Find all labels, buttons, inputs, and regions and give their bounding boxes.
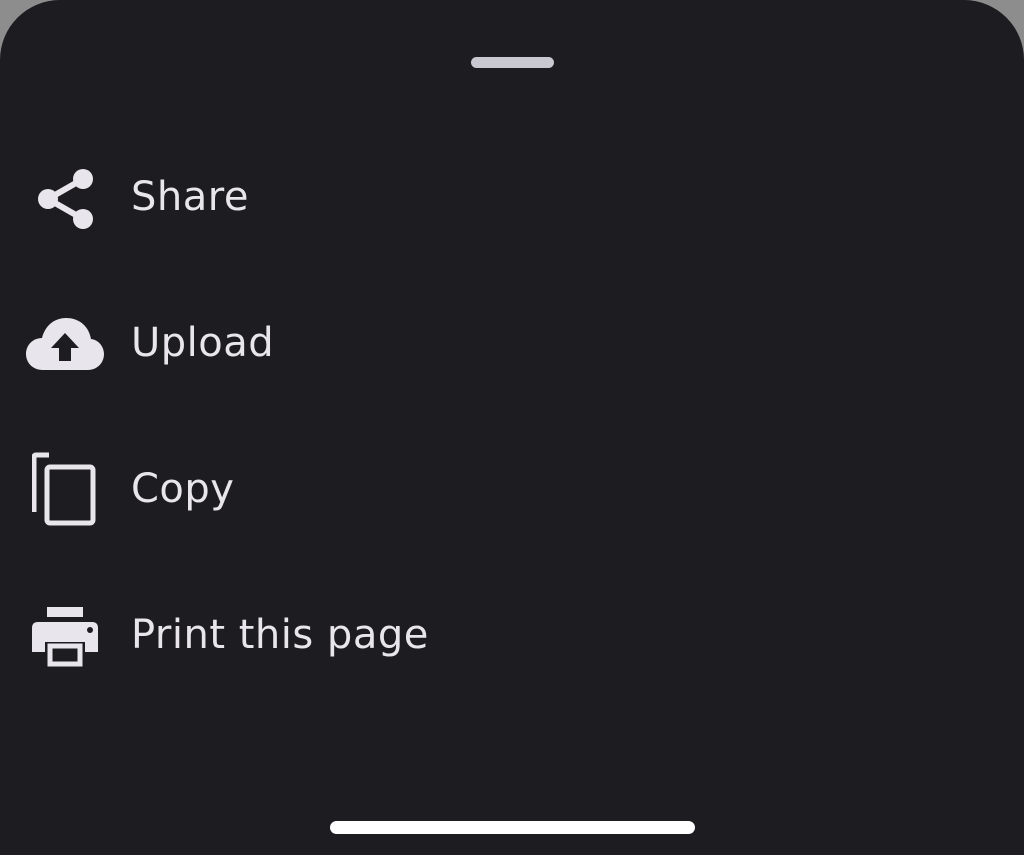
home-indicator: [330, 821, 695, 834]
bottom-sheet: Share Upload Copy Print this page: [0, 0, 1024, 855]
sheet-drag-handle[interactable]: [471, 57, 554, 68]
share-icon: [22, 155, 108, 241]
menu-item-print[interactable]: Print this page: [0, 563, 1024, 709]
menu-item-label: Share: [131, 174, 249, 221]
menu-item-share[interactable]: Share: [0, 125, 1024, 271]
menu-item-copy[interactable]: Copy: [0, 417, 1024, 563]
menu-item-label: Print this page: [131, 612, 429, 659]
printer-icon: [22, 593, 108, 679]
copy-icon: [22, 447, 108, 533]
cloud-upload-icon: [22, 301, 108, 387]
menu-item-label: Copy: [131, 466, 235, 513]
menu-item-upload[interactable]: Upload: [0, 271, 1024, 417]
menu-item-label: Upload: [131, 320, 275, 367]
action-menu: Share Upload Copy Print this page: [0, 125, 1024, 709]
